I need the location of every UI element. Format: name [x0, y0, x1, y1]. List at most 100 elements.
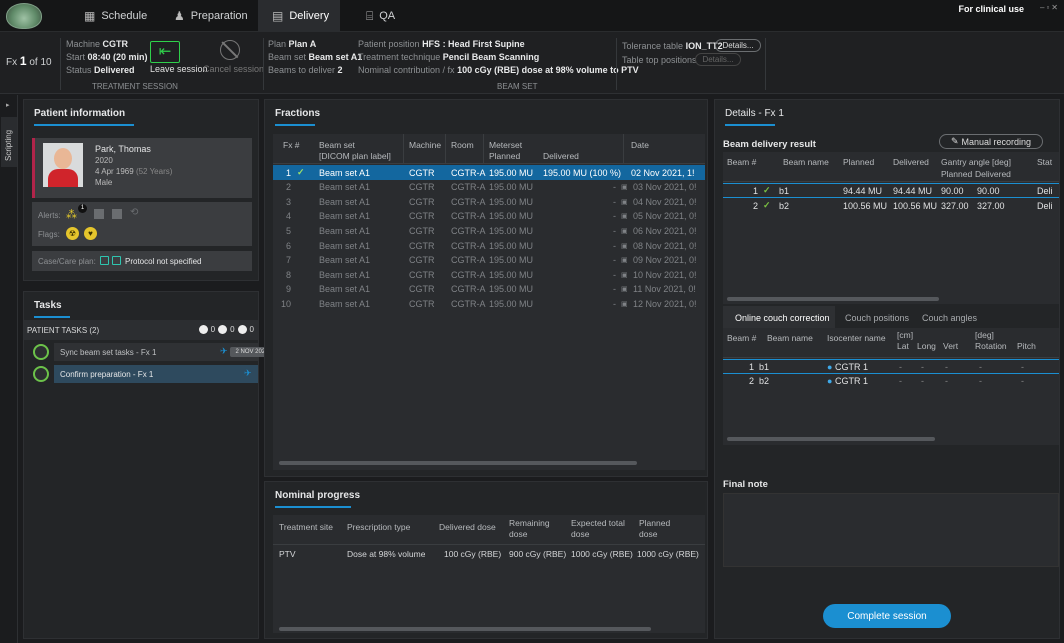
fraction-cell-date: 11 Nov 2021, 0!: [633, 284, 696, 295]
fraction-cell-fx: 7: [285, 255, 291, 266]
fraction-cell-machine: CGTR: [409, 284, 435, 295]
flag-icon-2[interactable]: ♥: [84, 227, 97, 240]
scripting-tab[interactable]: Scripting: [4, 130, 13, 161]
cancel-session-button[interactable]: Cancel session: [203, 64, 264, 74]
fraction-cell-planned: 195.00 MU: [489, 269, 534, 280]
fraction-row[interactable]: 1 Beam set A1 CGTR CGTR-A 195.00 MU 195.00 MU…: [273, 165, 705, 180]
session-bar: Fx 1 of 10 Machine CGTR Start 08:40 (20 …: [0, 32, 1064, 94]
couch-dash: -: [899, 361, 902, 372]
beam-delivery-table[interactable]: Beam # Beam name Planned Delivered Gantr…: [723, 152, 1059, 304]
task-item[interactable]: Sync beam set tasks - Fx 1 ✈ 2 NOV 2021: [32, 343, 274, 361]
fraction-row[interactable]: 2 Beam set A1 CGTR CGTR-A 195.00 MU - 03 Nov 2…: [273, 180, 705, 195]
expand-arrow-icon[interactable]: ▸: [6, 101, 10, 109]
beam-set-title: BEAM SET: [497, 82, 538, 91]
isocenter-dot-icon: ●: [827, 375, 833, 386]
fraction-row[interactable]: 3 Beam set A1 CGTR CGTR-A 195.00 MU - 04 Nov 2…: [273, 194, 705, 209]
fraction-cell-planned: 195.00 MU: [489, 240, 534, 251]
couch-cell-name: b1: [759, 361, 770, 372]
fraction-cell-room: CGTR-A: [451, 255, 486, 266]
couch-row[interactable]: 2 b2 CGTR 1 ● - - - - -: [723, 373, 1059, 388]
fraction-cell-delivered: -: [613, 211, 616, 222]
beam-row[interactable]: 1 b1 94.44 MU 94.44 MU 90.00 90.00 Deli ✓: [723, 183, 1059, 198]
tasks-title: Tasks: [34, 300, 62, 311]
fraction-row[interactable]: 4 Beam set A1 CGTR CGTR-A 195.00 MU - 05 Nov 2…: [273, 209, 705, 224]
flag-icon-1[interactable]: ☢: [66, 227, 79, 240]
fraction-cell-fx: 3: [285, 196, 291, 207]
tab-online-couch[interactable]: Online couch correction: [723, 306, 835, 328]
fraction-row[interactable]: 7 Beam set A1 CGTR CGTR-A 195.00 MU - 09 Nov 2…: [273, 253, 705, 268]
fraction-cell-delivered: -: [613, 240, 616, 251]
patient-card[interactable]: Park, Thomas 2020 4 Apr 1969 (52 Years) …: [32, 138, 252, 198]
biohazard-alert-icon[interactable]: ⁂: [66, 208, 77, 221]
alert-icon-2: [94, 209, 104, 219]
fraction-cell-room: CGTR-A: [451, 240, 486, 251]
person-icon: ♟: [174, 9, 185, 23]
leave-session-icon[interactable]: ⇤: [150, 41, 180, 63]
progress-table[interactable]: Treatment site Prescription type Deliver…: [273, 515, 705, 633]
delivery-icon: ▤: [272, 9, 284, 23]
beam-cell-num: 2: [753, 200, 759, 211]
nominal-progress-title: Nominal progress: [275, 490, 361, 501]
fraction-cell-room: CGTR-A: [451, 167, 486, 178]
tabletop-details-button[interactable]: Details...: [695, 53, 741, 66]
tab-couch-angles[interactable]: Couch angles: [922, 313, 977, 323]
fraction-cell-room: CGTR-A: [451, 225, 486, 236]
tab-schedule[interactable]: ▦ Schedule: [70, 0, 161, 32]
fraction-cell-fx: 2: [285, 182, 291, 193]
tab-delivery[interactable]: ▤ Delivery: [258, 0, 340, 32]
tolerance-details-button[interactable]: Details...: [715, 39, 761, 52]
delivered-check-icon: ✓: [763, 200, 771, 210]
tasks-panel: Tasks PATIENT TASKS (2) 0 0 0 Sync beam …: [23, 291, 274, 639]
fraction-cell-delivered: -: [613, 298, 616, 309]
fraction-cell-beamset: Beam set A1: [319, 298, 371, 309]
manual-recording-button[interactable]: ✎ Manual recording: [939, 134, 1043, 149]
fraction-row[interactable]: 6 Beam set A1 CGTR CGTR-A 195.00 MU - 08 Nov 2…: [273, 238, 705, 253]
cancel-session-icon[interactable]: [220, 40, 240, 60]
app-logo: [6, 3, 42, 29]
fraction-row[interactable]: 10 Beam set A1 CGTR CGTR-A 195.00 MU - 12 Nov …: [273, 296, 705, 311]
fractions-scrollbar[interactable]: [279, 461, 637, 465]
patient-tasks-header[interactable]: PATIENT TASKS (2) 0 0 0: [24, 320, 258, 340]
fraction-cell-room: CGTR-A: [451, 298, 486, 309]
fraction-cell-beamset: Beam set A1: [319, 196, 371, 207]
fraction-cell-planned: 195.00 MU: [489, 196, 534, 207]
fraction-cell-delivered: -: [613, 196, 616, 207]
fraction-cell-room: CGTR-A: [451, 284, 486, 295]
complete-session-button[interactable]: Complete session: [823, 604, 951, 628]
task-item[interactable]: Confirm preparation - Fx 1 ✈: [32, 365, 258, 383]
final-note-title: Final note: [723, 479, 768, 490]
calendar-icon: ▣: [621, 257, 628, 265]
details-title: Details - Fx 1: [725, 108, 784, 119]
fraction-row[interactable]: 9 Beam set A1 CGTR CGTR-A 195.00 MU - 11 Nov 2…: [273, 282, 705, 297]
tab-qa[interactable]: ⌸ QA: [352, 0, 409, 32]
couch-correction-table[interactable]: Beam # Beam name Isocenter name [cm] Lat…: [723, 328, 1059, 445]
couch-row[interactable]: 1 b1 CGTR 1 ● - - - - -: [723, 359, 1059, 374]
delivered-check-icon: ✓: [763, 185, 771, 195]
beam-table-scrollbar[interactable]: [727, 297, 939, 301]
couch-cell-num: 2: [749, 375, 755, 386]
fraction-cell-beamset: Beam set A1: [319, 225, 371, 236]
fraction-cell-room: CGTR-A: [451, 196, 486, 207]
fraction-row[interactable]: 5 Beam set A1 CGTR CGTR-A 195.00 MU - 06 Nov 2…: [273, 223, 705, 238]
couch-table-scrollbar[interactable]: [727, 437, 935, 441]
final-note-input[interactable]: [723, 493, 1059, 567]
beam-cell-stat: Deli: [1037, 200, 1053, 211]
beam-cell-name: b1: [779, 185, 790, 196]
fractions-table[interactable]: Fx # Beam set [DICOM plan label] Machine…: [273, 134, 705, 470]
fraction-row[interactable]: 8 Beam set A1 CGTR CGTR-A 195.00 MU - 10 Nov 2…: [273, 267, 705, 282]
sync-icon: ✈: [244, 368, 252, 378]
beam-row[interactable]: 2 b2 100.56 MU 100.56 MU 327.00 327.00 Deli ✓: [723, 198, 1059, 213]
progress-scrollbar[interactable]: [279, 627, 651, 631]
protocol-text: Protocol not specified: [125, 257, 202, 266]
fraction-cell-machine: CGTR: [409, 182, 435, 193]
tab-couch-positions[interactable]: Couch positions: [845, 313, 909, 323]
calendar-icon: ▣: [621, 300, 628, 308]
beam-delivery-title: Beam delivery result: [723, 139, 816, 150]
leave-session-button[interactable]: Leave session: [150, 64, 208, 74]
tab-preparation[interactable]: ♟ Preparation: [160, 0, 262, 32]
window-controls[interactable]: –▫✕: [1040, 3, 1060, 12]
scripting-sidebar[interactable]: ▸ Scripting: [0, 95, 18, 643]
nominal-progress-panel: Nominal progress Treatment site Prescrip…: [264, 481, 708, 639]
task-status-icon: [33, 344, 49, 360]
progress-row: PTV Dose at 98% volume 100 cGy (RBE) 900…: [279, 549, 699, 559]
